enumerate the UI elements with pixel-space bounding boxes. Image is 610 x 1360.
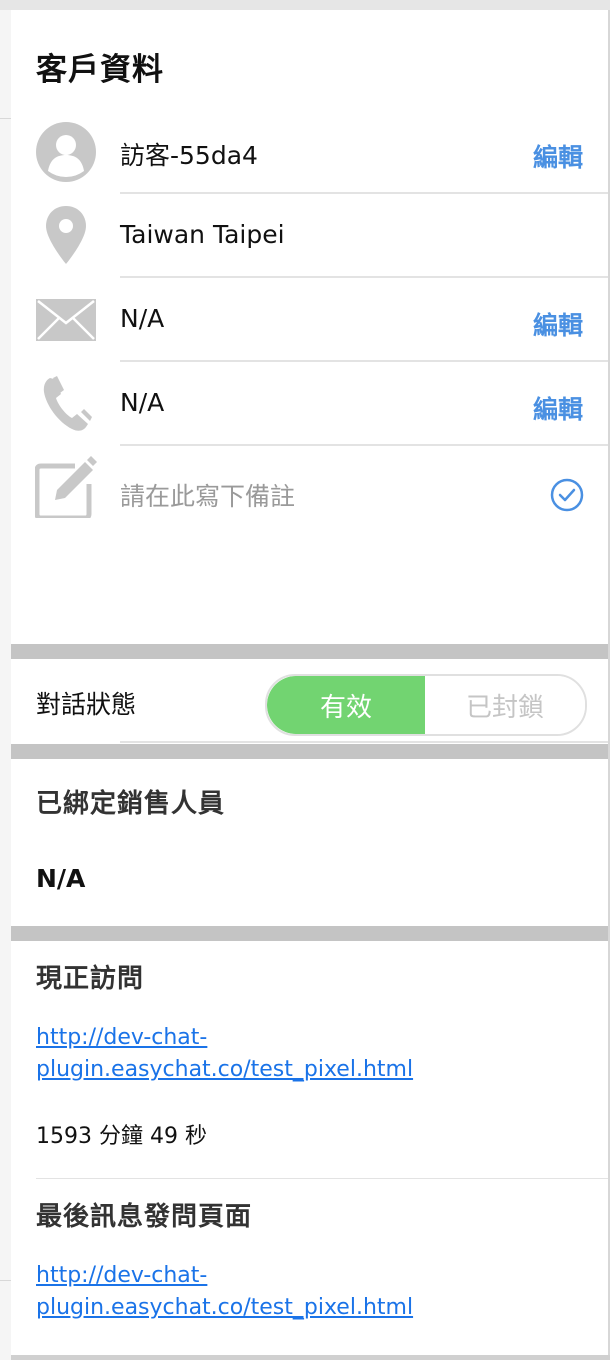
section-divider [36,1178,608,1179]
bottom-border [11,1355,610,1360]
location-pin-icon [35,204,97,266]
customer-name: 訪客-55da4 [120,141,258,170]
user-avatar-icon [35,121,97,183]
note-input[interactable]: 請在此寫下備註 [120,477,295,513]
phone-row: N/A 編輯 [11,362,608,446]
check-circle-icon[interactable] [550,478,584,516]
row-divider [120,741,608,743]
strip-divider [0,1280,11,1281]
current-visit-link[interactable]: http://dev-chat- plugin.easychat.co/test… [36,1022,456,1086]
sales-person-value: N/A [36,864,86,893]
section-separator [11,744,608,759]
conversation-status-label: 對話狀態 [36,690,137,719]
section-separator [11,926,608,941]
email-row: N/A 編輯 [11,278,608,362]
status-active-option[interactable]: 有效 [267,676,425,734]
edit-note-icon [35,456,97,518]
customer-phone: N/A [120,388,165,417]
strip-divider [0,118,11,119]
edit-email-button[interactable]: 編輯 [533,306,583,342]
phone-icon [35,373,97,435]
background-strip [0,10,11,1360]
edit-name-button[interactable]: 編輯 [533,138,583,174]
location-row: Taiwan Taipei [11,194,608,278]
edit-phone-button[interactable]: 編輯 [533,390,583,426]
name-row: 訪客-55da4 編輯 [11,110,608,194]
customer-profile-panel: 客戶資料 訪客-55da4 編輯 Taiwan Taipei N/A 編輯 N/… [11,10,610,1355]
email-envelope-icon [35,289,97,351]
last-message-link-line1: http://dev-chat- [36,1263,208,1288]
section-separator [11,644,608,659]
status-blocked-option[interactable]: 已封鎖 [425,676,585,734]
visit-duration: 1593 分鐘 49 秒 [36,1124,207,1149]
note-row: 請在此寫下備註 [11,446,608,536]
last-message-page-title: 最後訊息發問頁面 [36,1202,253,1232]
sales-person-title: 已綁定銷售人員 [36,789,226,819]
customer-location: Taiwan Taipei [120,220,285,249]
current-visit-link-line2: plugin.easychat.co/test_pixel.html [36,1057,414,1082]
last-message-page-link[interactable]: http://dev-chat- plugin.easychat.co/test… [36,1260,456,1324]
last-message-link-line2: plugin.easychat.co/test_pixel.html [36,1295,414,1320]
customer-email: N/A [120,304,165,333]
panel-title: 客戶資料 [36,52,164,88]
conversation-status-toggle[interactable]: 有效 已封鎖 [265,674,587,736]
current-visit-title: 現正訪問 [36,964,145,994]
current-visit-link-line1: http://dev-chat- [36,1025,208,1050]
